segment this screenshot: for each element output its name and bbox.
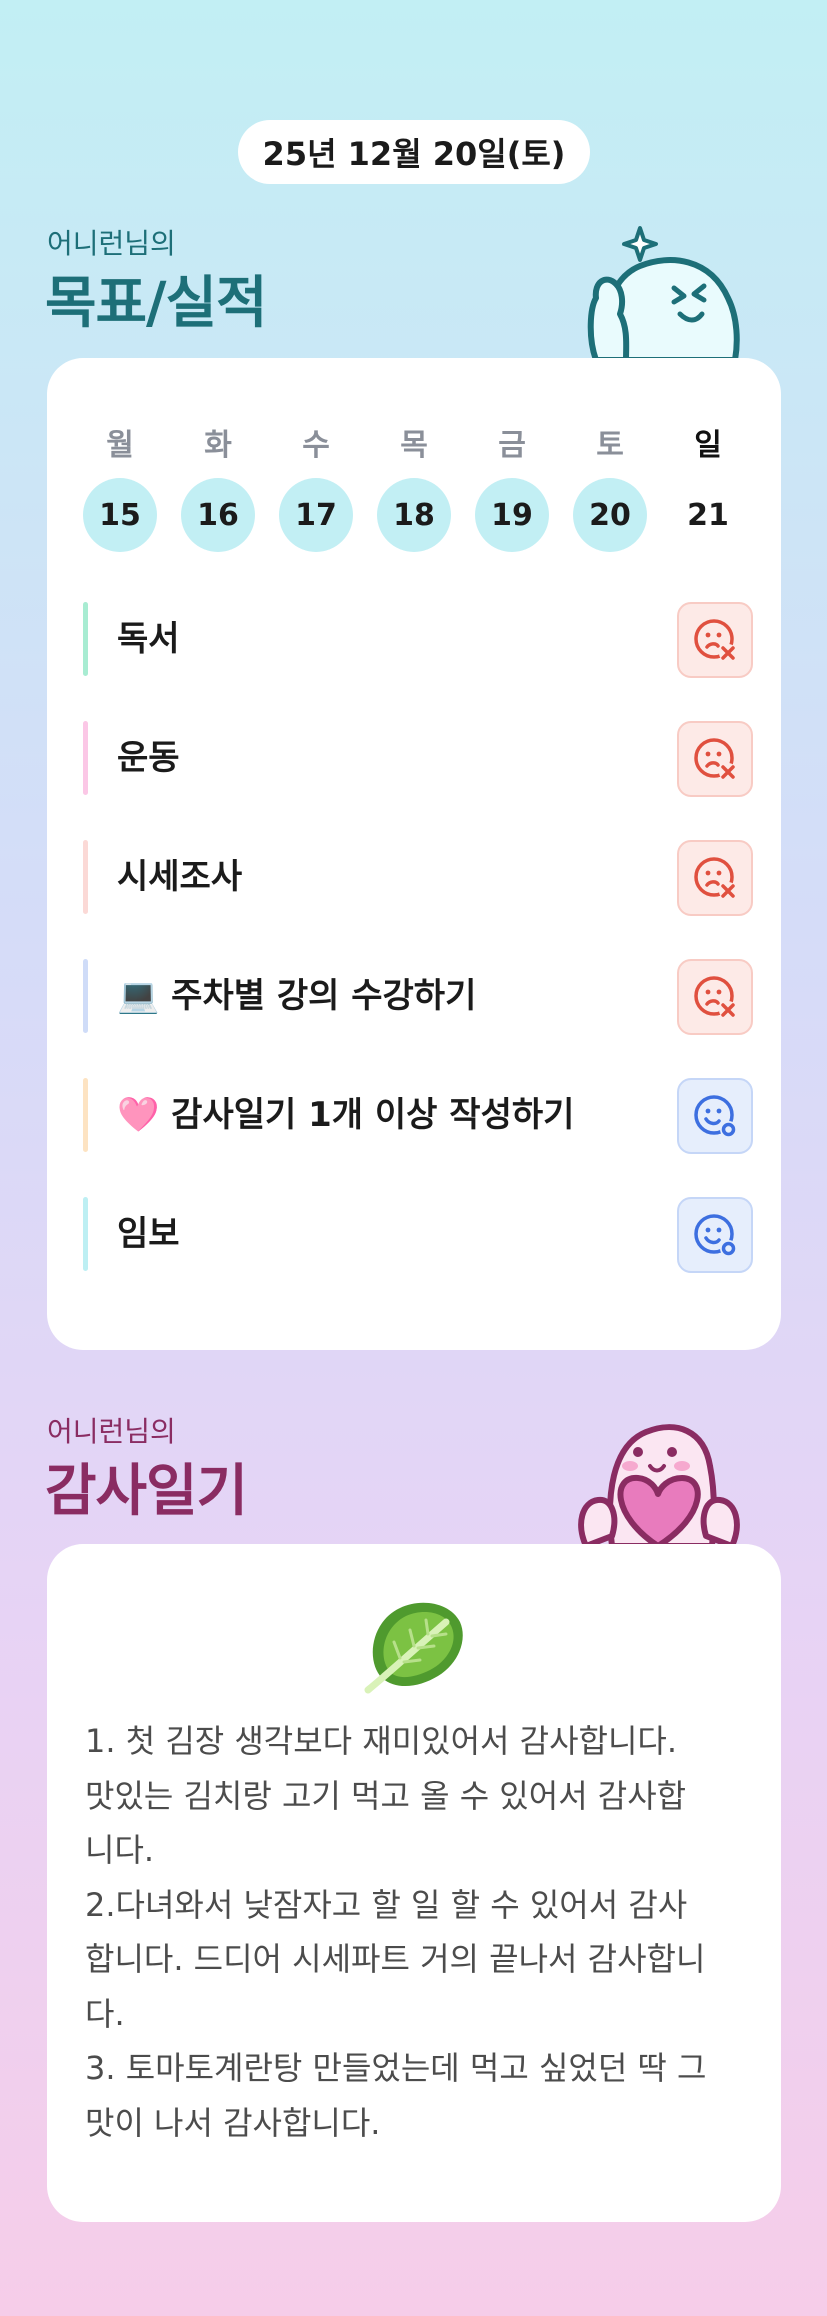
goal-color-bar: [83, 959, 88, 1033]
week-row: 월 15 화 16 수 17 목 18 금 19 토 20 일 21: [47, 358, 781, 558]
goals-card: 월 15 화 16 수 17 목 18 금 19 토 20 일 21 독서 운동…: [47, 358, 781, 1350]
sad-face-x-icon: [694, 738, 737, 781]
goal-label: 운동: [117, 738, 180, 778]
goal-color-bar: [83, 1078, 88, 1152]
weekday-label: 목: [400, 428, 428, 463]
goal-row[interactable]: 💻 주차별 강의 수강하기: [83, 959, 753, 1035]
status-done-button[interactable]: [677, 1197, 753, 1273]
goal-row[interactable]: 🩷 감사일기 1개 이상 작성하기: [83, 1078, 753, 1154]
weekday-label: 금: [498, 428, 526, 463]
sad-face-x-icon: [694, 619, 737, 662]
day-number: 20: [573, 478, 647, 552]
status-fail-button[interactable]: [677, 721, 753, 797]
day-number: 16: [181, 478, 255, 552]
goal-color-bar: [83, 1197, 88, 1271]
date-pill: 25년 12월 20일(토): [238, 120, 590, 184]
day-number: 15: [83, 478, 157, 552]
goal-color-bar: [83, 840, 88, 914]
leafy-greens-icon: [364, 1602, 463, 1694]
goal-color-bar: [83, 602, 88, 676]
weekday-label: 월: [106, 428, 134, 463]
status-done-button[interactable]: [677, 1078, 753, 1154]
goal-label: 시세조사: [117, 857, 243, 897]
day-number: 19: [475, 478, 549, 552]
gratitude-section-subtitle: 어니런님의: [47, 1415, 176, 1448]
gratitude-section-title: 감사일기: [45, 1459, 248, 1524]
weekday-label: 화: [204, 428, 232, 463]
goal-label: 임보: [117, 1214, 180, 1254]
mascot-thumbs-up-icon: [587, 226, 740, 360]
sad-face-x-icon: [694, 857, 737, 900]
goal-label: 🩷 감사일기 1개 이상 작성하기: [117, 1095, 575, 1135]
weekday-label: 일: [694, 428, 722, 463]
goals-section-title: 목표/실적: [45, 271, 268, 336]
goal-label: 독서: [117, 619, 180, 659]
day-number: 17: [279, 478, 353, 552]
goal-color-bar: [83, 721, 88, 795]
date-label: 25년 12월 20일(토): [262, 135, 566, 173]
smile-face-check-icon: [694, 1214, 737, 1257]
smile-face-check-icon: [694, 1095, 737, 1138]
goal-row[interactable]: 운동: [83, 721, 753, 797]
day-number: 18: [377, 478, 451, 552]
goal-row[interactable]: 독서: [83, 602, 753, 678]
mascot-heart-icon: [578, 1424, 740, 1546]
goal-row[interactable]: 임보: [83, 1197, 753, 1273]
day-number: 21: [687, 497, 729, 533]
goal-row[interactable]: 시세조사: [83, 840, 753, 916]
goal-label: 💻 주차별 강의 수강하기: [117, 976, 477, 1016]
status-fail-button[interactable]: [677, 959, 753, 1035]
weekday-label: 토: [596, 428, 624, 463]
goals-section-subtitle: 어니런님의: [47, 227, 176, 260]
gratitude-card: 1. 첫 김장 생각보다 재미있어서 감사합니다. 맛있는 김치랑 고기 먹고 …: [47, 1544, 781, 2222]
status-fail-button[interactable]: [677, 840, 753, 916]
gratitude-text: 1. 첫 김장 생각보다 재미있어서 감사합니다. 맛있는 김치랑 고기 먹고 …: [85, 1722, 707, 2142]
status-fail-button[interactable]: [677, 602, 753, 678]
sad-face-x-icon: [694, 976, 737, 1019]
weekday-label: 수: [302, 428, 330, 463]
